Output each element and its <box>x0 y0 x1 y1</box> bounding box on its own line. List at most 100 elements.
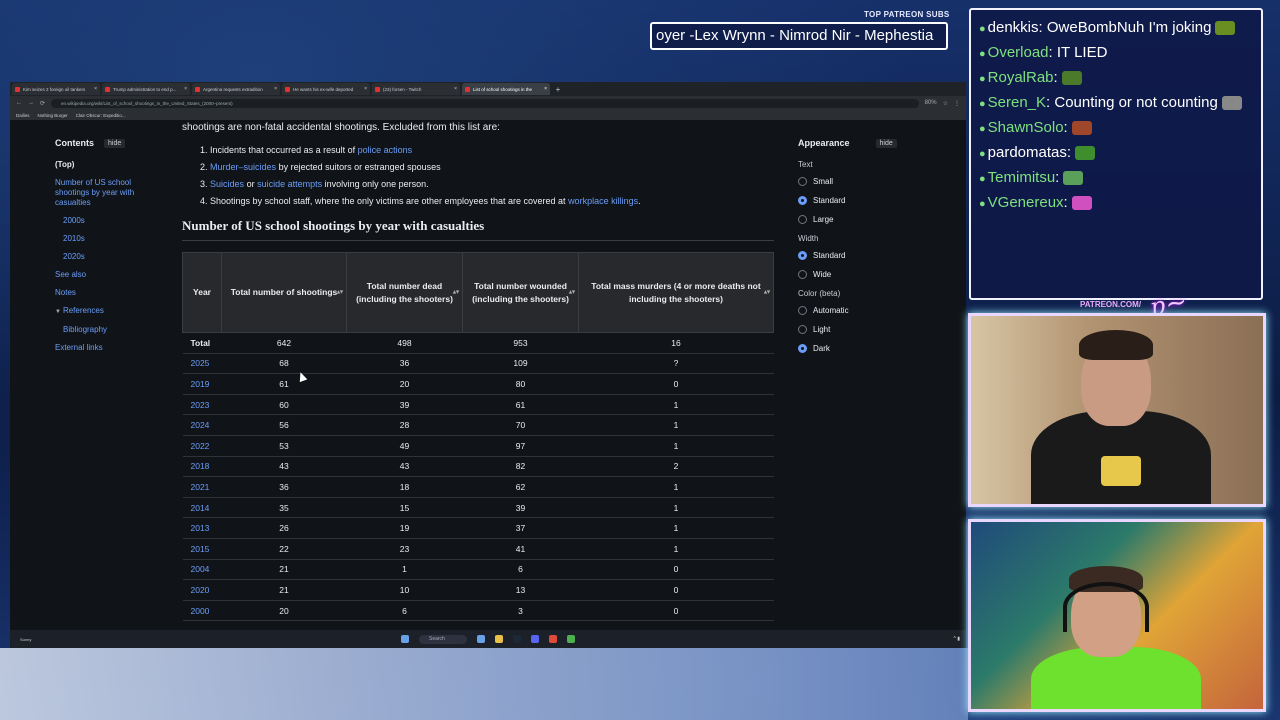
year-link[interactable]: 2021 <box>182 476 222 498</box>
text-size-option[interactable]: Standard <box>798 196 918 205</box>
chrome-icon[interactable] <box>567 635 575 643</box>
toc-item-2020s[interactable]: 2020s <box>55 252 165 262</box>
chat-username[interactable]: pardomatas <box>988 144 1067 161</box>
chat-username[interactable]: Temimitsu <box>988 169 1056 186</box>
year-link[interactable]: 2023 <box>182 394 222 416</box>
toc-item-external-links[interactable]: External links <box>55 343 165 353</box>
color-mode-option[interactable]: Light <box>798 325 918 334</box>
new-tab-icon[interactable]: + <box>552 83 564 95</box>
zoom-level[interactable]: 80% <box>925 100 937 106</box>
close-icon[interactable]: × <box>454 86 457 92</box>
toc-item-notes[interactable]: Notes <box>55 288 165 298</box>
browser-tab[interactable]: Argentina requests extradition × <box>192 83 280 95</box>
year-link[interactable]: 2018 <box>182 456 222 478</box>
year-link[interactable]: 2000 <box>182 600 222 622</box>
toc-item-2000s[interactable]: 2000s <box>55 216 165 226</box>
col-header-dead[interactable]: Total number dead (including the shooter… <box>346 252 463 333</box>
radio-button[interactable] <box>798 196 807 205</box>
year-link[interactable]: 2004 <box>182 559 222 581</box>
sort-icon[interactable]: ▴▾ <box>337 286 343 299</box>
col-header-shootings[interactable]: Total number of shootings ▴▾ <box>221 252 347 333</box>
appearance-hide-button[interactable]: hide <box>875 138 897 148</box>
toc-item-number-by-year[interactable]: Number of US school shootings by year wi… <box>55 178 165 208</box>
close-icon[interactable]: × <box>274 86 277 92</box>
radio-button[interactable] <box>798 215 807 224</box>
bookmark-item[interactable]: Nothing Burger <box>38 113 68 118</box>
chat-username[interactable]: Seren_K <box>988 94 1046 111</box>
back-icon[interactable]: ← <box>16 100 22 106</box>
year-link[interactable]: 2022 <box>182 435 222 457</box>
browser-icon[interactable] <box>549 635 557 643</box>
browser-tab[interactable]: Kim seizes 2 foreign oil tankers × <box>12 83 100 95</box>
bookmark-star-icon[interactable]: ☆ <box>943 100 948 107</box>
color-mode-option[interactable]: Dark <box>798 344 918 353</box>
color-mode-option[interactable]: Automatic <box>798 306 918 315</box>
system-tray[interactable]: ^ ▮ <box>954 636 961 642</box>
start-icon[interactable] <box>401 635 409 643</box>
tab-favicon-icon <box>195 86 200 92</box>
chat-username[interactable]: RoyalRab <box>988 69 1054 86</box>
close-icon[interactable]: × <box>544 86 547 92</box>
browser-tab[interactable]: List of school shootings in the × <box>462 83 550 95</box>
chat-username[interactable]: ShawnSolo <box>988 119 1064 136</box>
browser-tab[interactable]: He wants his ex-wife deported × <box>282 83 370 95</box>
workplace-killings-link[interactable]: workplace killings <box>568 196 638 206</box>
radio-button[interactable] <box>798 344 807 353</box>
year-link[interactable]: 2025 <box>182 353 222 375</box>
chat-username[interactable]: Overload <box>988 44 1049 61</box>
text-size-option[interactable]: Small <box>798 177 918 186</box>
steam-icon[interactable] <box>513 635 521 643</box>
year-link[interactable]: 2020 <box>182 579 222 601</box>
suicide-attempts-link[interactable]: suicide attempts <box>257 179 322 189</box>
table-cell: 39 <box>346 394 463 416</box>
murder-suicides-link[interactable]: Murder–suicides <box>210 162 276 172</box>
toc-item-bibliography[interactable]: Bibliography <box>55 325 165 335</box>
discord-icon[interactable] <box>531 635 539 643</box>
toc-item-top[interactable]: (Top) <box>55 160 165 170</box>
col-header-mass-murders[interactable]: Total mass murders (4 or more deaths not… <box>578 252 774 333</box>
sort-icon[interactable]: ▴▾ <box>764 286 770 299</box>
taskview-icon[interactable] <box>477 635 485 643</box>
col-header-year[interactable]: Year <box>182 252 222 333</box>
chat-username[interactable]: VGenereux <box>988 194 1064 211</box>
radio-button[interactable] <box>798 251 807 260</box>
url-field[interactable]: en.wikipedia.org/wiki/List_of_school_sho… <box>51 98 919 108</box>
weather-widget[interactable]: Sunny <box>20 637 31 642</box>
col-header-wounded[interactable]: Total number wounded (including the shoo… <box>462 252 579 333</box>
sort-icon[interactable]: ▴▾ <box>453 286 459 299</box>
toc-item-see-also[interactable]: See also <box>55 270 165 280</box>
year-link[interactable]: 2019 <box>182 373 222 395</box>
taskbar-search[interactable]: Search <box>419 634 467 644</box>
year-link[interactable]: 2024 <box>182 414 222 436</box>
tab-label: List of school shootings in the <box>473 86 533 92</box>
toc-item-references[interactable]: ▼ References <box>55 306 165 317</box>
radio-button[interactable] <box>798 306 807 315</box>
year-link[interactable]: 2014 <box>182 497 222 519</box>
year-link[interactable]: 2013 <box>182 517 222 539</box>
radio-button[interactable] <box>798 325 807 334</box>
width-option[interactable]: Wide <box>798 270 918 279</box>
suicides-link[interactable]: Suicides <box>210 179 244 189</box>
bookmark-item[interactable]: Clair Obscur: Expeditio... <box>76 113 126 118</box>
expand-caret-icon[interactable]: ▼ <box>55 309 61 315</box>
reload-icon[interactable]: ⟳ <box>40 100 45 107</box>
toc-hide-button[interactable]: hide <box>104 138 126 148</box>
chat-username[interactable]: denkkis <box>988 19 1039 36</box>
menu-icon[interactable]: ⋮ <box>954 100 960 107</box>
close-icon[interactable]: × <box>364 86 367 92</box>
police-actions-link[interactable]: police actions <box>358 145 413 155</box>
close-icon[interactable]: × <box>184 86 187 92</box>
radio-button[interactable] <box>798 177 807 186</box>
width-option[interactable]: Standard <box>798 251 918 260</box>
text-size-option[interactable]: Large <box>798 215 918 224</box>
browser-tab[interactable]: Trump administration to end p... × <box>102 83 190 95</box>
year-link[interactable]: 2015 <box>182 538 222 560</box>
toc-item-2010s[interactable]: 2010s <box>55 234 165 244</box>
forward-icon[interactable]: → <box>28 100 34 106</box>
explorer-icon[interactable] <box>495 635 503 643</box>
bookmark-item[interactable]: Dailies <box>16 113 30 118</box>
close-icon[interactable]: × <box>94 86 97 92</box>
browser-tab[interactable]: (23) forsen - Twitch × <box>372 83 460 95</box>
sort-icon[interactable]: ▴▾ <box>569 286 575 299</box>
radio-button[interactable] <box>798 270 807 279</box>
